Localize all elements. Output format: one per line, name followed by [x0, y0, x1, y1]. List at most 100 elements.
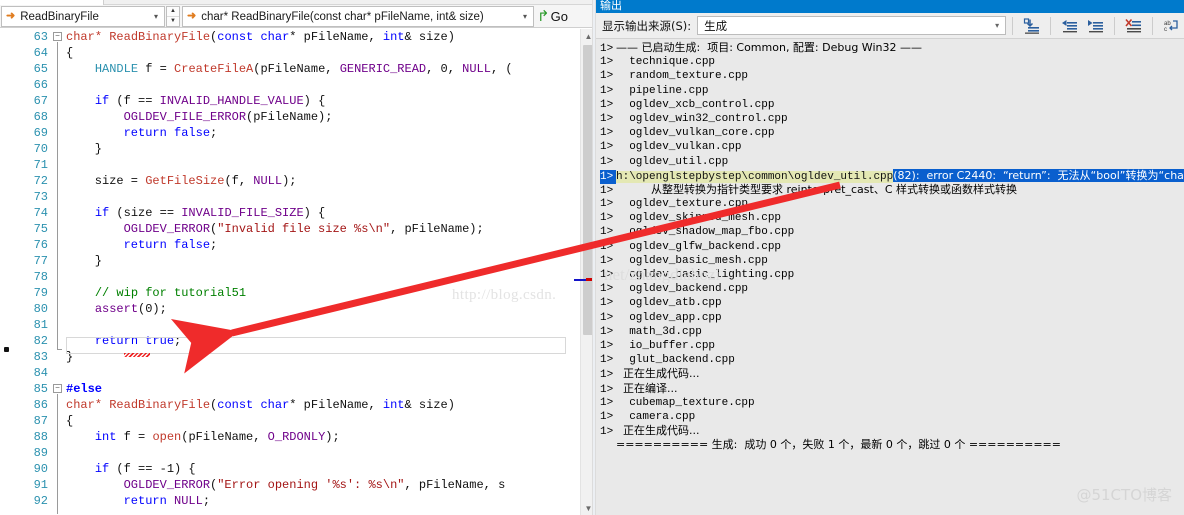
- output-line[interactable]: 1> ogldev_skinned_mesh.cpp: [596, 211, 1184, 225]
- code-line[interactable]: assert(0);: [66, 301, 513, 317]
- code-token: * pFileName,: [289, 30, 383, 44]
- output-line[interactable]: 1> ogldev_vulkan_core.cpp: [596, 126, 1184, 140]
- output-line[interactable]: 1> ogldev_win32_control.cpp: [596, 112, 1184, 126]
- code-editor-pane: ➜ ReadBinaryFile ▾ ▲ ▼ ➜ char* ReadBinar…: [0, 0, 596, 515]
- fold-collapse-icon[interactable]: −: [53, 384, 62, 393]
- spinner-down-icon[interactable]: ▼: [167, 17, 179, 27]
- output-line[interactable]: 1> ogldev_app.cpp: [596, 311, 1184, 325]
- line-number: 69: [33, 126, 48, 140]
- scope-spinner[interactable]: ▲ ▼: [166, 6, 180, 27]
- line-number: 84: [33, 366, 48, 380]
- code-line[interactable]: char* ReadBinaryFile(const char* pFileNa…: [66, 397, 513, 413]
- go-to-next-message-icon[interactable]: [1084, 16, 1105, 36]
- scope-dropdown-value: ReadBinaryFile: [20, 10, 99, 23]
- code-line[interactable]: // wip for tutorial51: [66, 285, 513, 301]
- go-button[interactable]: ↱ Go: [537, 6, 568, 27]
- output-line[interactable]: 1> 正在生成代码...: [596, 367, 1184, 381]
- code-line[interactable]: HANDLE f = CreateFileA(pFileName, GENERI…: [66, 61, 513, 77]
- output-line[interactable]: 1> pipeline.cpp: [596, 84, 1184, 98]
- code-line[interactable]: {: [66, 45, 513, 61]
- line-number: 85: [33, 382, 48, 396]
- output-line-prefix: 1>: [600, 212, 614, 225]
- output-line[interactable]: 1> —— 已启动生成: 项目: Common, 配置: Debug Win32 …: [596, 41, 1184, 55]
- code-line[interactable]: return false;: [66, 237, 513, 253]
- code-text[interactable]: char* ReadBinaryFile(const char* pFileNa…: [66, 29, 513, 509]
- spinner-up-icon[interactable]: ▲: [167, 7, 179, 17]
- output-line[interactable]: 1> ogldev_glfw_backend.cpp: [596, 240, 1184, 254]
- code-line[interactable]: {: [66, 413, 513, 429]
- line-number: 74: [33, 206, 48, 220]
- output-line[interactable]: 1> ogldev_vulkan.cpp: [596, 140, 1184, 154]
- code-line[interactable]: [66, 189, 513, 205]
- toolbar-separator: [1113, 16, 1115, 35]
- output-line[interactable]: 1> 正在生成代码...: [596, 424, 1184, 438]
- output-toolbar: 显示输出来源(S): 生成 ▾ ab c: [596, 13, 1184, 39]
- member-dropdown[interactable]: ➜ char* ReadBinaryFile(const char* pFile…: [182, 6, 534, 27]
- code-line[interactable]: }: [66, 253, 513, 269]
- code-line[interactable]: [66, 77, 513, 93]
- code-line[interactable]: size = GetFileSize(f, NULL);: [66, 173, 513, 189]
- output-line-text: 正在生成代码...: [616, 367, 700, 381]
- code-line[interactable]: int f = open(pFileName, O_RDONLY);: [66, 429, 513, 445]
- clear-all-icon[interactable]: [1123, 16, 1144, 36]
- scope-dropdown[interactable]: ➜ ReadBinaryFile ▾: [1, 6, 165, 27]
- scrollbar-change-marker: [574, 279, 586, 281]
- output-line[interactable]: 1> math_3d.cpp: [596, 325, 1184, 339]
- output-source-dropdown[interactable]: 生成 ▾: [697, 16, 1007, 35]
- code-line[interactable]: if (f == -1) {: [66, 461, 513, 477]
- output-line[interactable]: 1> ogldev_texture.cpp: [596, 197, 1184, 211]
- line-number: 89: [33, 446, 48, 460]
- output-line-text: camera.cpp: [616, 410, 696, 423]
- code-line[interactable]: [66, 157, 513, 173]
- code-line[interactable]: [66, 269, 513, 285]
- code-line[interactable]: if (f == INVALID_HANDLE_VALUE) {: [66, 93, 513, 109]
- code-line[interactable]: char* ReadBinaryFile(const char* pFileNa…: [66, 29, 513, 45]
- output-line[interactable]: 1> random_texture.cpp: [596, 69, 1184, 83]
- code-folding-margin[interactable]: − −: [52, 29, 66, 515]
- output-line[interactable]: 1> cubemap_texture.cpp: [596, 396, 1184, 410]
- member-dropdown-value: char* ReadBinaryFile(const char* pFileNa…: [201, 10, 484, 23]
- code-line[interactable]: return NULL;: [66, 493, 513, 509]
- output-line[interactable]: 1> 从整型转换为指针类型要求 reinterpret_cast、C 样式转换或…: [596, 183, 1184, 197]
- output-line[interactable]: 1> camera.cpp: [596, 410, 1184, 424]
- output-line[interactable]: 1> io_buffer.cpp: [596, 339, 1184, 353]
- fold-collapse-icon[interactable]: −: [53, 32, 62, 41]
- code-line[interactable]: if (size == INVALID_FILE_SIZE) {: [66, 205, 513, 221]
- error-file-path[interactable]: h:\openglstepbystep\common\ogldev_util.c…: [616, 170, 894, 183]
- output-line[interactable]: 1> ogldev_atb.cpp: [596, 296, 1184, 310]
- toggle-word-wrap-icon[interactable]: ab c: [1161, 16, 1182, 36]
- code-line[interactable]: [66, 365, 513, 381]
- code-line[interactable]: OGLDEV_ERROR("Invalid file size %s\n", p…: [66, 221, 513, 237]
- code-line[interactable]: [66, 445, 513, 461]
- output-line[interactable]: 1> glut_backend.cpp: [596, 353, 1184, 367]
- output-line[interactable]: 1> technique.cpp: [596, 55, 1184, 69]
- code-token: (0);: [138, 302, 167, 316]
- code-surface[interactable]: 63 64 65 66 67 68 69 70 71 72 73 74 75 76 77 78 79 80 81 82…: [0, 29, 596, 515]
- output-line[interactable]: 1> h:\openglstepbystep\common\ogldev_util…: [596, 168, 1184, 184]
- output-line[interactable]: 1> ogldev_util.cpp: [596, 155, 1184, 169]
- editor-watermark: http://blog.csdn.: [452, 287, 557, 303]
- code-line[interactable]: return false;: [66, 125, 513, 141]
- code-line[interactable]: }: [66, 141, 513, 157]
- output-line[interactable]: ========== 生成: 成功 0 个，失败 1 个，最新 0 个，跳过 0…: [596, 438, 1184, 452]
- chevron-down-icon[interactable]: ▾: [150, 12, 162, 21]
- output-line[interactable]: 1> ogldev_xcb_control.cpp: [596, 98, 1184, 112]
- code-line[interactable]: OGLDEV_ERROR("Error opening '%s': %s\n",…: [66, 477, 513, 493]
- indicator-margin[interactable]: [0, 29, 14, 515]
- go-to-previous-message-icon[interactable]: [1059, 16, 1080, 36]
- find-message-in-code-icon[interactable]: [1021, 16, 1042, 36]
- output-line[interactable]: 1> ogldev_shadow_map_fbo.cpp: [596, 225, 1184, 239]
- output-line-prefix: 1>: [600, 127, 614, 140]
- code-line[interactable]: [66, 317, 513, 333]
- code-token: size =: [66, 174, 146, 188]
- line-number: 90: [33, 462, 48, 476]
- site-watermark: @51CTO博客: [1076, 486, 1172, 504]
- output-line[interactable]: 1> 正在编译...: [596, 382, 1184, 396]
- breakpoint-marker-icon[interactable]: [4, 347, 9, 352]
- chevron-down-icon[interactable]: ▾: [991, 21, 1003, 30]
- code-line[interactable]: #else: [66, 381, 513, 397]
- code-line[interactable]: OGLDEV_FILE_ERROR(pFileName);: [66, 109, 513, 125]
- toolbar-separator: [1012, 16, 1014, 35]
- code-token: NULL: [174, 494, 203, 508]
- chevron-down-icon[interactable]: ▾: [519, 12, 531, 21]
